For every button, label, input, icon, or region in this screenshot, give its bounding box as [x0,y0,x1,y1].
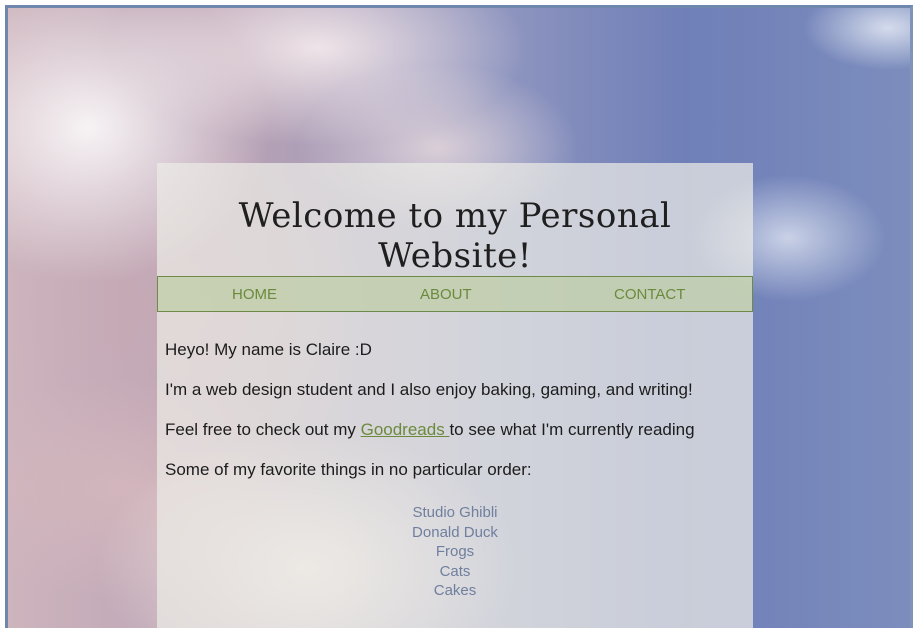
about-text: I'm a web design student and I also enjo… [165,380,693,399]
nav-about-link[interactable]: ABOUT [420,286,472,303]
list-item: Studio Ghibli [412,504,498,521]
list-item: Cakes [433,582,477,599]
goodreads-text: Feel free to check out my Goodreads to s… [165,420,695,440]
favorites-list: Studio Ghibli Donald Duck Frogs Cats Cak… [157,503,753,601]
nav-home-link[interactable]: HOME [232,286,277,303]
nav-contact-link[interactable]: CONTACT [614,286,685,303]
nav-bar: HOME ABOUT CONTACT [157,276,753,312]
page-title: Welcome to my Personal Website! [238,196,672,276]
goodreads-link[interactable]: Goodreads [361,420,450,439]
content-panel: Welcome to my Personal Website! HOME ABO… [157,163,753,630]
favorites-heading: Some of my favorite things in no particu… [165,460,532,479]
list-item: Frogs [435,543,475,560]
list-item: Donald Duck [412,523,498,541]
goodreads-text-before: Feel free to check out my [165,420,361,439]
list-item: Cats [439,562,471,580]
goodreads-text-after: to see what I'm currently reading [449,420,695,439]
intro-text: Heyo! My name is Claire :D [165,340,372,359]
